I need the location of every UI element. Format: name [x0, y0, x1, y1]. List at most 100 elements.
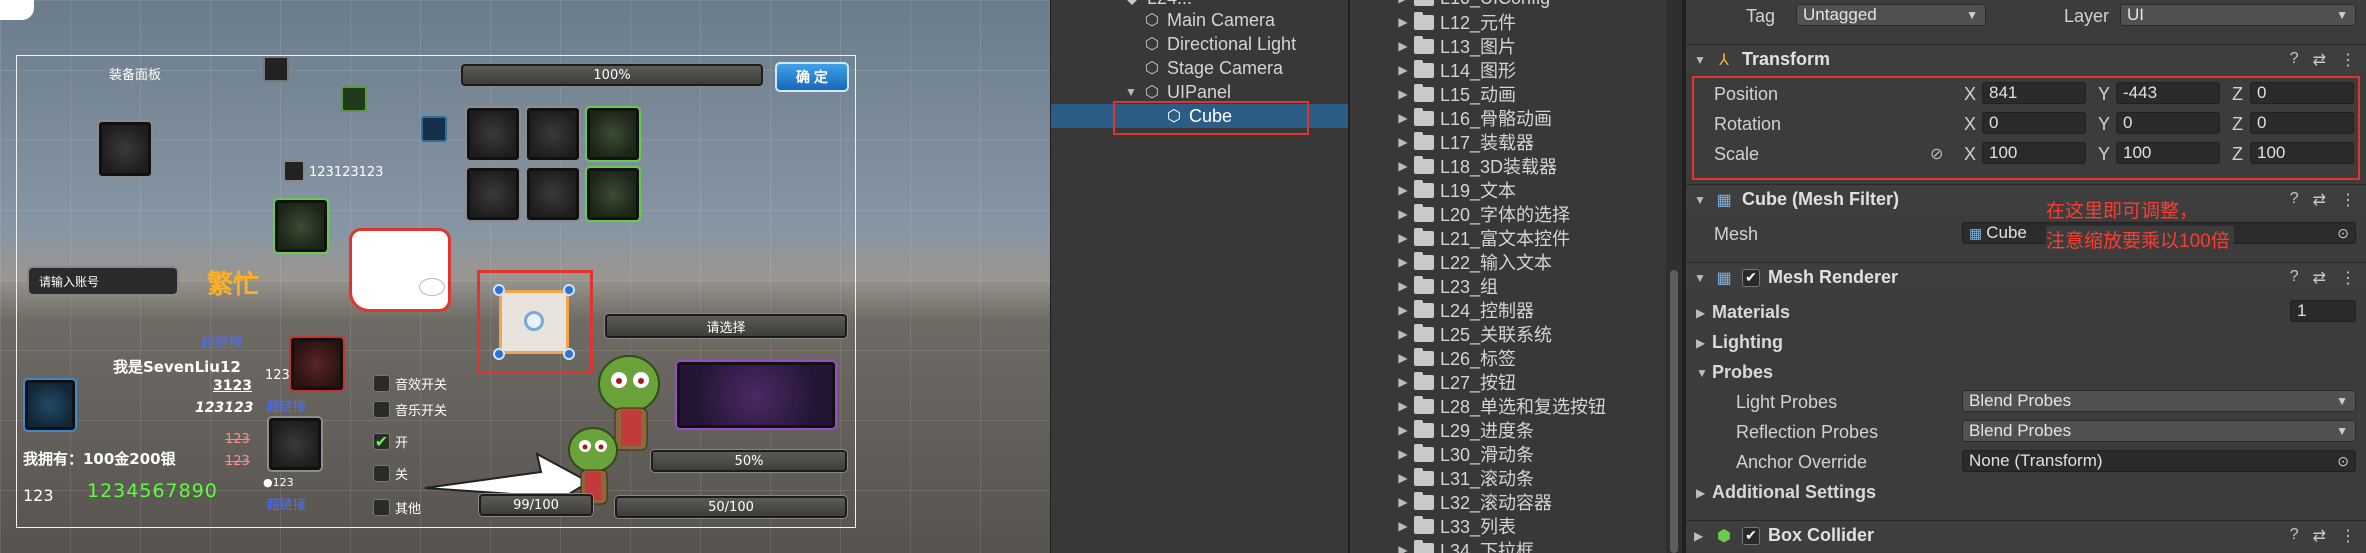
project-folder-item[interactable]: ▶ L23_组	[1350, 274, 1666, 298]
item-slot[interactable]	[525, 106, 581, 162]
preset-icon[interactable]: ⇄	[2313, 190, 2326, 210]
item-slot[interactable]	[289, 336, 345, 392]
dropdown-select[interactable]: 请选择	[605, 314, 847, 338]
chevron-right-icon[interactable]: ▶	[1392, 279, 1414, 293]
materials-count-field[interactable]: 1	[2290, 300, 2356, 322]
project-folder-item[interactable]: ▶ L28_单选和复选按钮	[1350, 394, 1666, 418]
chevron-right-icon[interactable]: ▶	[1392, 111, 1414, 125]
account-input[interactable]: 请输入账号	[27, 266, 179, 296]
chevron-right-icon[interactable]: ▶	[1392, 135, 1414, 149]
project-folder-item[interactable]: ▶ L25_关联系统	[1350, 322, 1666, 346]
layer-dropdown[interactable]: UI ▼	[2120, 4, 2356, 26]
project-scrollbar[interactable]	[1666, 0, 1682, 553]
item-slot[interactable]	[465, 166, 521, 222]
more-icon[interactable]: ⋮	[2340, 268, 2356, 288]
transform-header[interactable]: ▼ ⅄ Transform ? ⇄ ⋮	[1686, 44, 2366, 74]
project-folder-item[interactable]: ▶ L17_装载器	[1350, 130, 1666, 154]
project-folder-item[interactable]: ▶ L34_下拉框	[1350, 538, 1666, 553]
light-probes-dropdown[interactable]: Blend Probes ▼	[1962, 390, 2356, 412]
rect-handle[interactable]	[493, 348, 505, 360]
project-folder-item[interactable]: ▶ L26_标签	[1350, 346, 1666, 370]
chevron-right-icon[interactable]: ▶	[1392, 39, 1414, 53]
help-icon[interactable]: ?	[2290, 50, 2299, 70]
box-collider-header[interactable]: ▶ ⬢ ✔ Box Collider ? ⇄ ⋮	[1686, 520, 2366, 550]
hyperlink-text[interactable]: 超链接	[201, 332, 243, 352]
chevron-right-icon[interactable]: ▶	[1392, 0, 1414, 5]
chevron-right-icon[interactable]: ▶	[1392, 543, 1414, 553]
item-slot[interactable]	[23, 378, 77, 432]
chevron-right-icon[interactable]: ▶	[1392, 255, 1414, 269]
chevron-right-icon[interactable]: ▶	[1392, 423, 1414, 437]
preset-icon[interactable]: ⇄	[2313, 50, 2326, 70]
anchor-override-field[interactable]: None (Transform) ⊙	[1962, 450, 2356, 472]
chevron-right-icon[interactable]: ▶	[1392, 375, 1414, 389]
chevron-right-icon[interactable]: ▶	[1392, 183, 1414, 197]
project-folder-item[interactable]: ▶ L19_文本	[1350, 178, 1666, 202]
project-folder-item[interactable]: ▶ L31_滚动条	[1350, 466, 1666, 490]
project-folder-item[interactable]: ▶ L21_富文本控件	[1350, 226, 1666, 250]
rect-handle[interactable]	[493, 284, 505, 296]
project-folder-item[interactable]: ▶ L15_动画	[1350, 82, 1666, 106]
other-toggle[interactable]: 其他	[373, 498, 421, 517]
chevron-right-icon[interactable]: ▶	[1392, 87, 1414, 101]
chevron-right-icon[interactable]: ▶	[1392, 159, 1414, 173]
on-toggle[interactable]: ✔ 开	[373, 432, 408, 451]
help-icon[interactable]: ?	[2290, 526, 2299, 546]
project-folder-item[interactable]: ▶ L29_进度条	[1350, 418, 1666, 442]
more-icon[interactable]: ⋮	[2340, 526, 2356, 546]
additional-settings-foldout[interactable]: ▶ Additional Settings	[1696, 482, 1876, 503]
project-folder-item[interactable]: ▶ L12_元件	[1350, 10, 1666, 34]
mesh-filter-header[interactable]: ▼ ▦ Cube (Mesh Filter) ? ⇄ ⋮	[1686, 184, 2366, 214]
chevron-right-icon[interactable]: ▶	[1392, 231, 1414, 245]
item-slot[interactable]	[267, 416, 323, 472]
component-tools[interactable]: ? ⇄ ⋮	[2290, 526, 2356, 546]
mesh-renderer-header[interactable]: ▼ ▦ ✔ Mesh Renderer ? ⇄ ⋮	[1686, 262, 2366, 292]
item-slot[interactable]	[465, 106, 521, 162]
hyperlink-text[interactable]: 超链接	[267, 494, 306, 513]
materials-foldout[interactable]: ▶ Materials	[1696, 302, 1790, 323]
project-folder-item[interactable]: ▶ L13_图片	[1350, 34, 1666, 58]
off-toggle[interactable]: 关	[373, 464, 408, 483]
reflection-probes-dropdown[interactable]: Blend Probes ▼	[1962, 420, 2356, 442]
music-toggle[interactable]: 音乐开关	[373, 400, 447, 419]
chevron-right-icon[interactable]: ▶	[1392, 399, 1414, 413]
preset-icon[interactable]: ⇄	[2313, 268, 2326, 288]
chevron-right-icon[interactable]: ▶	[1392, 63, 1414, 77]
help-icon[interactable]: ?	[2290, 190, 2299, 210]
project-folder-item[interactable]: ▶ L24_控制器	[1350, 298, 1666, 322]
project-folder-item[interactable]: ▶ L33_列表	[1350, 514, 1666, 538]
hierarchy-item-main-camera[interactable]: ⬡ Main Camera	[1051, 8, 1349, 32]
project-folder-item[interactable]: ▶ L27_按钮	[1350, 370, 1666, 394]
project-folder-item[interactable]: ▶ L16_骨骼动画	[1350, 106, 1666, 130]
selected-cube[interactable]	[499, 290, 569, 354]
lighting-foldout[interactable]: ▶ Lighting	[1696, 332, 1783, 353]
component-tools[interactable]: ? ⇄ ⋮	[2290, 268, 2356, 288]
item-slot[interactable]	[525, 166, 581, 222]
project-folder-item[interactable]: ▶ L32_滚动容器	[1350, 490, 1666, 514]
confirm-button[interactable]: 确 定	[775, 62, 849, 92]
item-slot[interactable]	[273, 198, 329, 254]
scene-view[interactable]: 装备面板 100% 确 定 123123123 请输入账号 繁忙 请选择 超链接…	[0, 0, 1050, 553]
chevron-right-icon[interactable]: ▶	[1392, 207, 1414, 221]
enabled-checkbox[interactable]: ✔	[1742, 526, 1760, 545]
probes-foldout[interactable]: ▼ Probes	[1696, 362, 1773, 383]
project-folder-item[interactable]: ▶ L30_滑动条	[1350, 442, 1666, 466]
sound-toggle[interactable]: 音效开关	[373, 374, 447, 393]
component-tools[interactable]: ? ⇄ ⋮	[2290, 190, 2356, 210]
item-slot[interactable]	[585, 166, 641, 222]
item-slot[interactable]	[675, 360, 837, 430]
chevron-right-icon[interactable]: ▶	[1392, 303, 1414, 317]
hierarchy-item-directional-light[interactable]: ⬡ Directional Light	[1051, 32, 1349, 56]
chevron-right-icon[interactable]: ▶	[1392, 495, 1414, 509]
preset-icon[interactable]: ⇄	[2313, 526, 2326, 546]
chevron-right-icon[interactable]: ▶	[1392, 327, 1414, 341]
chevron-right-icon[interactable]: ▶	[1392, 471, 1414, 485]
tag-dropdown[interactable]: Untagged ▼	[1796, 4, 1986, 26]
chevron-right-icon[interactable]: ▶	[1392, 447, 1414, 461]
component-tools[interactable]: ? ⇄ ⋮	[2290, 50, 2356, 70]
hyperlink-text[interactable]: 超链接	[267, 396, 306, 415]
rect-handle[interactable]	[563, 284, 575, 296]
project-folder-item[interactable]: ▶ L20_字体的选择	[1350, 202, 1666, 226]
chevron-right-icon[interactable]: ▶	[1392, 15, 1414, 29]
help-icon[interactable]: ?	[2290, 268, 2299, 288]
